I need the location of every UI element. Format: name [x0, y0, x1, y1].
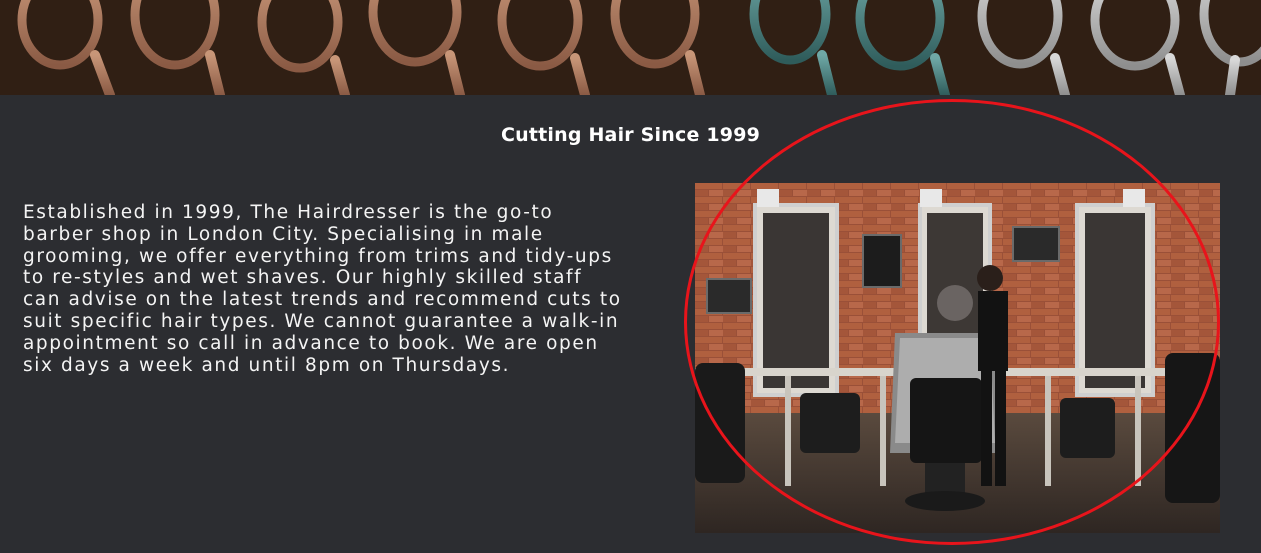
about-paragraph: Established in 1999, The Hairdresser is …	[23, 202, 622, 376]
section-heading: Cutting Hair Since 1999	[500, 124, 761, 146]
barbershop-scene	[695, 183, 1220, 533]
hero-banner-scissors-image	[0, 0, 1261, 95]
scissors-illustration	[0, 0, 1261, 95]
barbershop-interior-photo	[695, 183, 1220, 533]
